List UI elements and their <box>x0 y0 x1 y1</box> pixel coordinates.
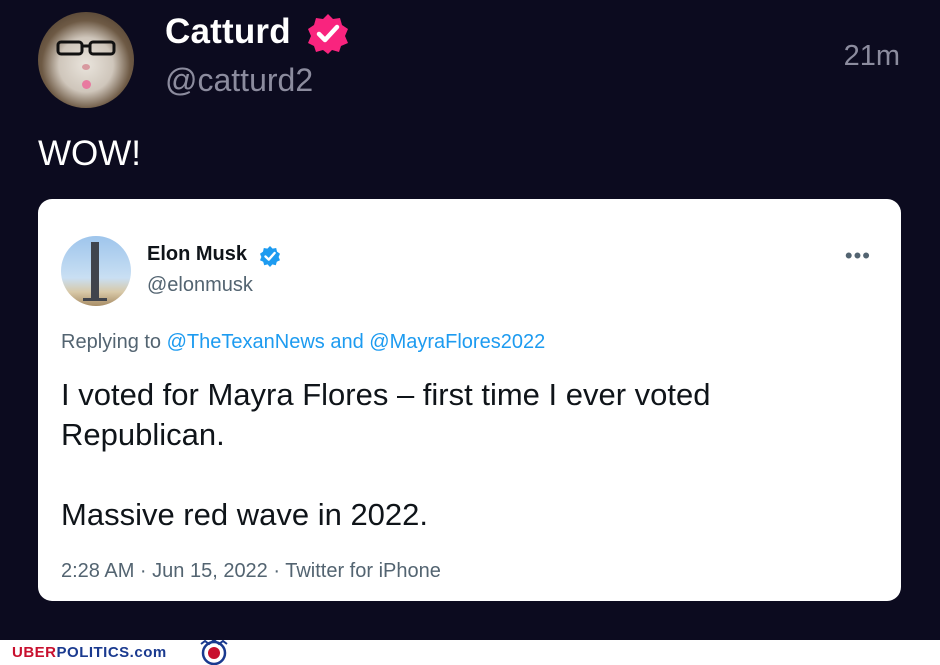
watermark-footer: UBERPOLITICS.com <box>0 640 940 665</box>
brand-part-red: UBER <box>12 644 57 661</box>
more-options-icon[interactable]: ••• <box>845 243 871 269</box>
quoted-author-avatar[interactable] <box>61 236 131 306</box>
verified-badge-icon <box>260 246 280 267</box>
brand-wordmark: UBERPOLITICS.com <box>12 644 167 661</box>
rocket-legs-graphic <box>83 288 107 301</box>
quoted-tweet-paragraph: Massive red wave in 2022. <box>61 497 429 532</box>
quoted-tweet[interactable]: Elon Musk @elonmusk ••• Replying to @The… <box>38 199 901 601</box>
quoted-tweet-paragraph: I voted for Mayra Flores – first time I … <box>61 377 711 452</box>
quoted-tweet-body: I voted for Mayra Flores – first time I … <box>61 375 861 575</box>
author-handle[interactable]: @catturd2 <box>165 62 313 99</box>
mention-link[interactable]: @TheTexanNews <box>167 331 325 353</box>
mention-and-text: and <box>330 331 364 353</box>
tweet-card: Catturd @catturd2 21m WOW! Elon Musk @el… <box>0 0 940 640</box>
replying-to-line: Replying to @TheTexanNews and @MayraFlor… <box>61 331 545 354</box>
quoted-author-handle[interactable]: @elonmusk <box>147 274 253 297</box>
brand-part-blue: POLITICS.com <box>56 644 167 661</box>
verified-badge-icon <box>308 14 348 54</box>
quoted-author-name[interactable]: Elon Musk <box>147 243 247 266</box>
lion-seal-icon <box>200 640 228 665</box>
replying-to-label: Replying to <box>61 331 162 353</box>
quoted-tweet-meta[interactable]: 2:28 AM · Jun 15, 2022 · Twitter for iPh… <box>61 560 441 583</box>
glasses-graphic <box>56 40 116 56</box>
author-name[interactable]: Catturd <box>165 12 291 52</box>
cat-nose <box>82 64 90 70</box>
post-timestamp[interactable]: 21m <box>844 40 900 73</box>
mention-link[interactable]: @MayraFlores2022 <box>369 331 545 353</box>
author-avatar[interactable] <box>38 12 134 108</box>
post-text: WOW! <box>38 134 142 173</box>
collar-bell <box>82 80 91 89</box>
